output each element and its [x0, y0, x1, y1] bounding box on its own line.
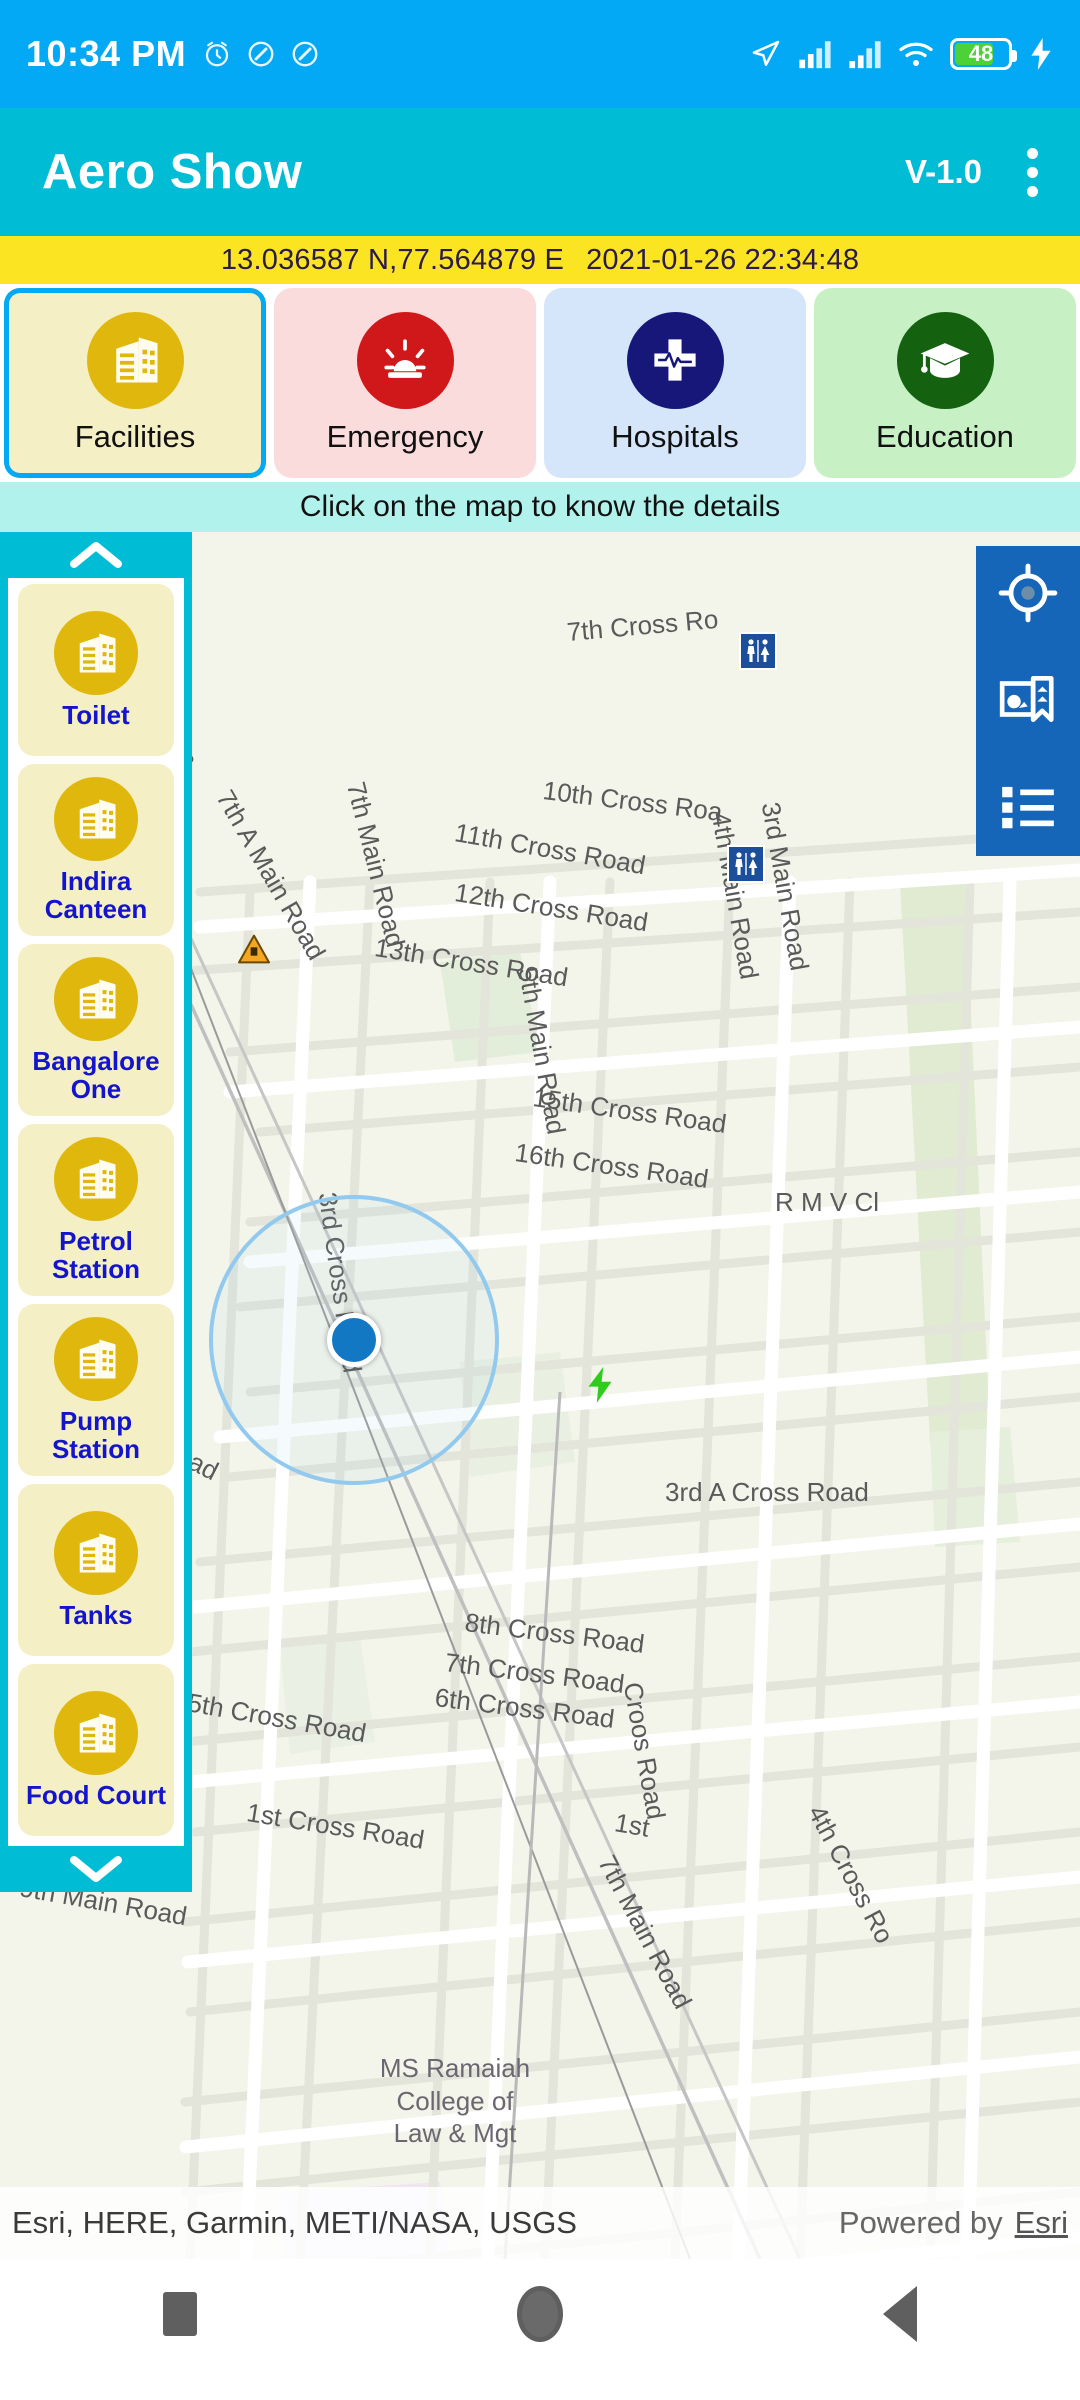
sidebar-item-label: Food Court	[25, 1779, 167, 1810]
sidebar-item-tanks[interactable]: Tanks	[18, 1484, 174, 1656]
building-icon	[79, 1159, 116, 1199]
category-row: Facilities Emergency Hospitals Education	[0, 284, 1080, 482]
home-circle-icon[interactable]	[480, 2279, 600, 2349]
sidebar-item-icon-wrap	[54, 776, 138, 861]
category-label: Emergency	[326, 418, 484, 454]
category-education[interactable]: Education	[814, 288, 1076, 478]
app-title: Aero Show	[42, 145, 303, 199]
sidebar-item-indira-canteen[interactable]: Indira Canteen	[18, 764, 174, 936]
app-version-label: V-1.0	[904, 153, 982, 190]
status-bar-clock: 10:34 PM	[26, 33, 187, 74]
building-icon	[79, 633, 116, 673]
recents-square-icon[interactable]	[120, 2279, 240, 2349]
power-bolt-marker-icon[interactable]	[585, 1367, 615, 1408]
attribution-sources: Esri, HERE, Garmin, METI/NASA, USGS	[12, 2205, 577, 2240]
building-icon	[79, 979, 116, 1019]
do-not-disturb-icon	[248, 41, 274, 67]
category-label: Facilities	[74, 418, 196, 454]
coordinate-value: 13.036587 N,77.564879 E	[220, 243, 565, 276]
sidebar-item-icon-wrap	[54, 1316, 138, 1401]
category-icon-wrap	[896, 311, 994, 409]
esri-link[interactable]: Esri	[1015, 2205, 1068, 2241]
sidebar-item-petrol-station[interactable]: Petrol Station	[18, 1124, 174, 1296]
locate-me-icon[interactable]	[997, 562, 1059, 624]
medical-cross-icon	[654, 339, 696, 381]
overflow-menu-icon[interactable]	[1026, 147, 1038, 197]
alarm-icon	[205, 41, 229, 67]
building-icon	[79, 1339, 116, 1379]
battery-icon: 48	[950, 38, 1017, 70]
building-icon	[79, 1713, 116, 1753]
facility-list[interactable]: Toilet Indira Canteen Bangalore One Petr…	[8, 578, 184, 1846]
status-bar-system-icons: 48	[750, 38, 1054, 70]
app-root: 10:34 PM 48 Aero Show V-1.0 13.036587 N,…	[0, 0, 1080, 2400]
back-triangle-icon[interactable]	[840, 2279, 960, 2349]
wifi-icon	[899, 42, 933, 66]
category-icon-wrap	[356, 311, 454, 409]
sidebar-item-label: Toilet	[62, 699, 130, 730]
sidebar-item-toilet[interactable]: Toilet	[18, 584, 174, 756]
building-icon	[79, 799, 116, 839]
signal-bars-icon	[799, 41, 831, 69]
category-label: Education	[876, 418, 1014, 454]
building-icon	[79, 1533, 116, 1573]
sidebar-item-icon-wrap	[54, 956, 138, 1041]
sidebar-item-bangalore-one[interactable]: Bangalore One	[18, 944, 174, 1116]
status-bar: 10:34 PM 48	[0, 0, 1080, 108]
charging-bolt-icon	[1031, 38, 1051, 70]
map-tool-strip	[976, 546, 1080, 856]
warning-marker-icon[interactable]	[237, 934, 271, 969]
location-arrow-icon	[752, 40, 780, 66]
coordinate-bar: 13.036587 N,77.564879 E 2021-01-26 22:34…	[0, 236, 1080, 284]
category-icon-wrap	[626, 311, 724, 409]
sidebar-item-icon-wrap	[54, 1690, 138, 1775]
toilet-marker-icon[interactable]	[727, 845, 765, 883]
basemap-gallery-icon[interactable]	[997, 668, 1059, 730]
sidebar-item-label: Tanks	[59, 1599, 133, 1630]
sidebar-item-food-court[interactable]: Food Court	[18, 1664, 174, 1836]
category-icon-wrap	[86, 311, 184, 409]
graduation-cap-icon	[920, 343, 970, 378]
category-hospitals[interactable]: Hospitals	[544, 288, 806, 478]
timestamp-value: 2021-01-26 22:34:48	[586, 243, 860, 276]
category-label: Hospitals	[611, 418, 739, 454]
map-attribution: Esri, HERE, Garmin, METI/NASA, USGS Powe…	[0, 2187, 1080, 2259]
sidebar-item-label: Bangalore One	[32, 1045, 160, 1104]
powered-by-label: Powered by	[838, 2205, 1003, 2240]
map-hint-bar: Click on the map to know the details	[0, 482, 1080, 532]
sidebar-item-label: Indira Canteen	[44, 865, 148, 924]
sidebar-item-icon-wrap	[54, 1510, 138, 1595]
legend-list-icon[interactable]	[997, 774, 1059, 836]
battery-percent: 48	[968, 41, 994, 66]
sidebar-item-icon-wrap	[54, 1136, 138, 1221]
signal-bars-2-icon	[849, 41, 881, 69]
status-bar-notification-icons	[202, 39, 320, 69]
facility-sidebar: Toilet Indira Canteen Bangalore One Petr…	[0, 532, 192, 1892]
map-container[interactable]: 2nd Main RoaL RoadRailway7th Cross Ro7th…	[0, 532, 1080, 2259]
sidebar-item-pump-station[interactable]: Pump Station	[18, 1304, 174, 1476]
sidebar-item-label: Pump Station	[51, 1405, 141, 1464]
do-not-disturb-icon	[292, 41, 318, 67]
category-facilities[interactable]: Facilities	[4, 288, 266, 478]
sidebar-item-icon-wrap	[54, 610, 138, 695]
map-hint-text: Click on the map to know the details	[299, 490, 781, 523]
chevron-down-icon[interactable]	[0, 1846, 192, 1892]
chevron-up-icon[interactable]	[0, 532, 192, 578]
android-nav-bar	[0, 2259, 1080, 2369]
gps-location-marker[interactable]	[327, 1313, 381, 1367]
sidebar-item-label: Petrol Station	[51, 1225, 141, 1284]
siren-icon	[384, 339, 426, 378]
category-emergency[interactable]: Emergency	[274, 288, 536, 478]
building-icon	[116, 337, 158, 383]
app-bar: Aero Show V-1.0	[0, 108, 1080, 236]
toilet-marker-icon[interactable]	[739, 632, 777, 670]
